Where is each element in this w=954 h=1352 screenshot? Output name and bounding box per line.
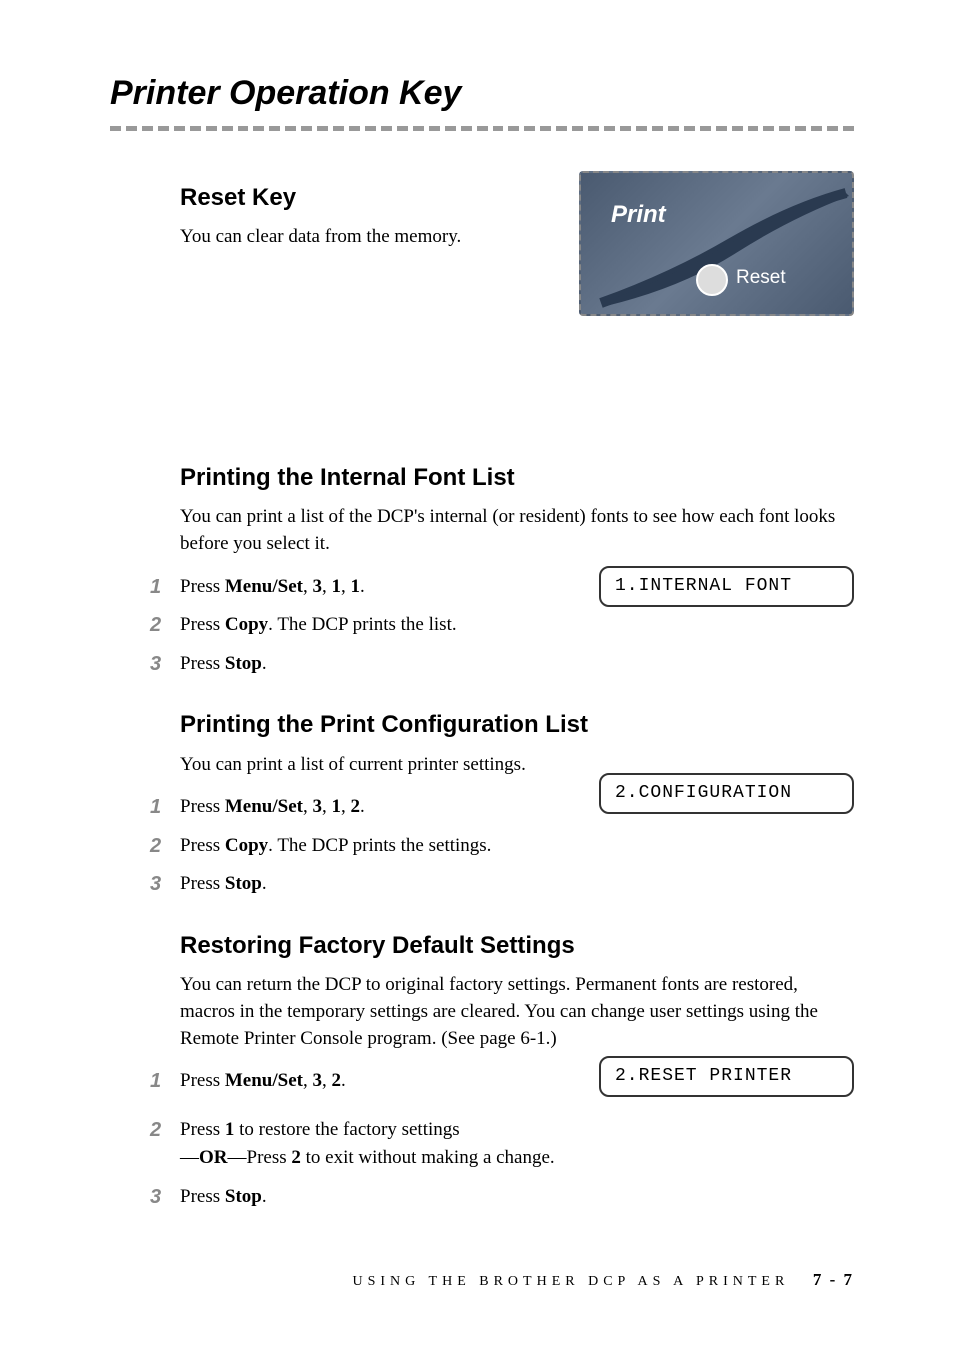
- step-text: Press Menu/Set, 3, 1, 2.: [180, 793, 365, 822]
- font-list-title: Printing the Internal Font List: [180, 461, 854, 495]
- step-text: Press Stop.: [180, 1183, 267, 1212]
- lcd-reset-printer: 2.RESET PRINTER: [599, 1056, 854, 1097]
- restore-section: Restoring Factory Default Settings You c…: [110, 929, 854, 1211]
- footer-text: USING THE BROTHER DCP AS A PRINTER: [353, 1274, 790, 1289]
- reset-label: Reset: [736, 265, 786, 292]
- title-divider: [110, 126, 854, 131]
- step-number: 1: [150, 573, 180, 601]
- restore-body: You can return the DCP to original facto…: [180, 972, 854, 1052]
- font-list-body: You can print a list of the DCP's intern…: [180, 504, 854, 557]
- step-number: 1: [150, 1067, 180, 1095]
- step-number: 1: [150, 793, 180, 821]
- config-title: Printing the Print Configuration List: [180, 708, 854, 742]
- list-item: 3 Press Stop.: [150, 650, 854, 679]
- step-number: 3: [150, 650, 180, 678]
- list-item: 2 Press Copy. The DCP prints the list.: [150, 611, 854, 640]
- step-text: Press Menu/Set, 3, 1, 1.: [180, 573, 365, 602]
- print-label: Print: [611, 198, 666, 232]
- restore-title: Restoring Factory Default Settings: [180, 929, 854, 963]
- footer-page-number: 7 - 7: [813, 1270, 854, 1289]
- step-text: Press Menu/Set, 3, 2.: [180, 1067, 346, 1096]
- page-footer: USING THE BROTHER DCP AS A PRINTER 7 - 7: [353, 1268, 855, 1292]
- list-item: 3 Press Stop.: [150, 1183, 854, 1212]
- step-text: Press Copy. The DCP prints the settings.: [180, 832, 491, 861]
- main-title: Printer Operation Key: [110, 70, 854, 118]
- step-number: 2: [150, 611, 180, 639]
- step-text: Press 1 to restore the factory settings—…: [180, 1116, 555, 1173]
- lcd-configuration: 2.CONFIGURATION: [599, 773, 854, 814]
- step-text: Press Copy. The DCP prints the list.: [180, 611, 457, 640]
- lcd-internal-font: 1.INTERNAL FONT: [599, 566, 854, 607]
- step-number: 3: [150, 870, 180, 898]
- config-body: You can print a list of current printer …: [180, 752, 560, 779]
- config-section: Printing the Print Configuration List Yo…: [110, 708, 854, 899]
- step-number: 2: [150, 1116, 180, 1144]
- list-item: 2 Press 1 to restore the factory setting…: [150, 1116, 854, 1173]
- list-item: 2 Press Copy. The DCP prints the setting…: [150, 832, 854, 861]
- step-text: Press Stop.: [180, 870, 267, 899]
- step-number: 2: [150, 832, 180, 860]
- step-number: 3: [150, 1183, 180, 1211]
- print-reset-graphic: Print Reset: [579, 171, 854, 316]
- list-item: 3 Press Stop.: [150, 870, 854, 899]
- font-list-section: Printing the Internal Font List You can …: [110, 461, 854, 678]
- reset-key-section: Reset Key You can clear data from the me…: [110, 181, 854, 416]
- step-text: Press Stop.: [180, 650, 267, 679]
- reset-button-icon: [696, 264, 728, 296]
